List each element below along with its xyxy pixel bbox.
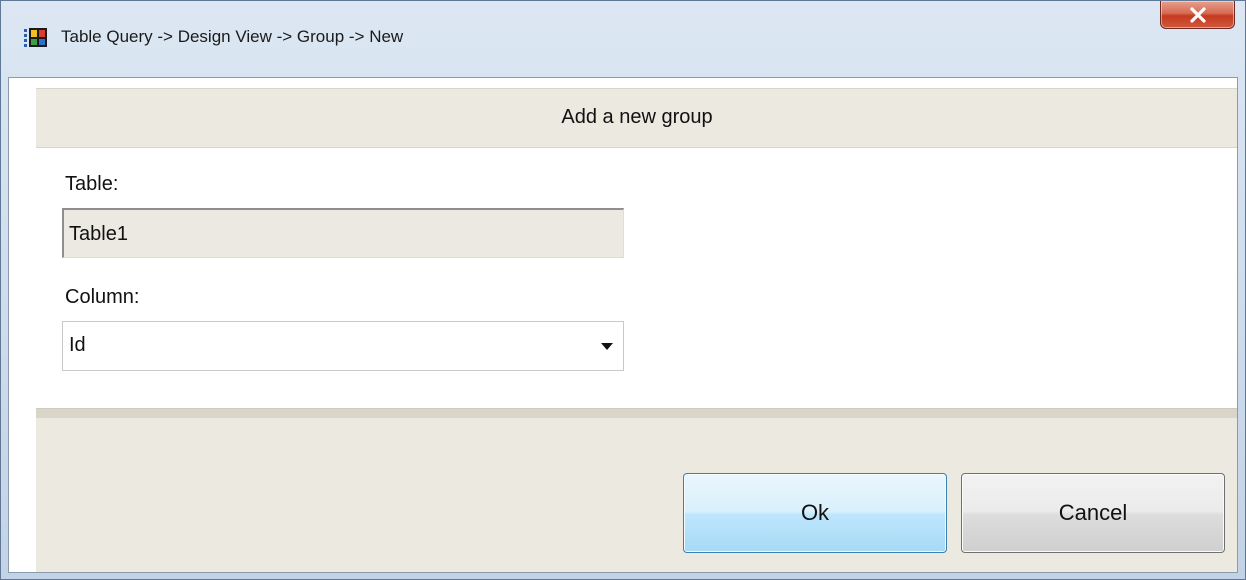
dialog-header: Add a new group xyxy=(36,88,1237,148)
column-label: Column: xyxy=(65,286,140,308)
table-field: Table1 xyxy=(62,208,624,258)
close-button[interactable] xyxy=(1160,1,1235,29)
chevron-down-icon xyxy=(601,343,613,350)
ok-button[interactable]: Ok xyxy=(683,473,947,553)
dialog-heading: Add a new group xyxy=(561,106,713,128)
close-icon xyxy=(1190,7,1206,23)
window-title: Table Query -> Design View -> Group -> N… xyxy=(61,27,404,46)
cancel-button[interactable]: Cancel xyxy=(961,473,1225,553)
button-bar: Ok Cancel xyxy=(36,418,1237,572)
table-query-icon xyxy=(24,28,48,48)
dialog-content: Add a new group Table: Table1 Column: Id… xyxy=(8,77,1238,573)
dialog-window: Table Query -> Design View -> Group -> N… xyxy=(0,0,1246,580)
table-label: Table: xyxy=(65,173,119,195)
column-selected-value: Id xyxy=(69,334,86,356)
title-bar[interactable]: Table Query -> Design View -> Group -> N… xyxy=(1,1,1245,77)
table-value: Table1 xyxy=(69,223,128,245)
column-dropdown[interactable]: Id xyxy=(62,321,624,371)
